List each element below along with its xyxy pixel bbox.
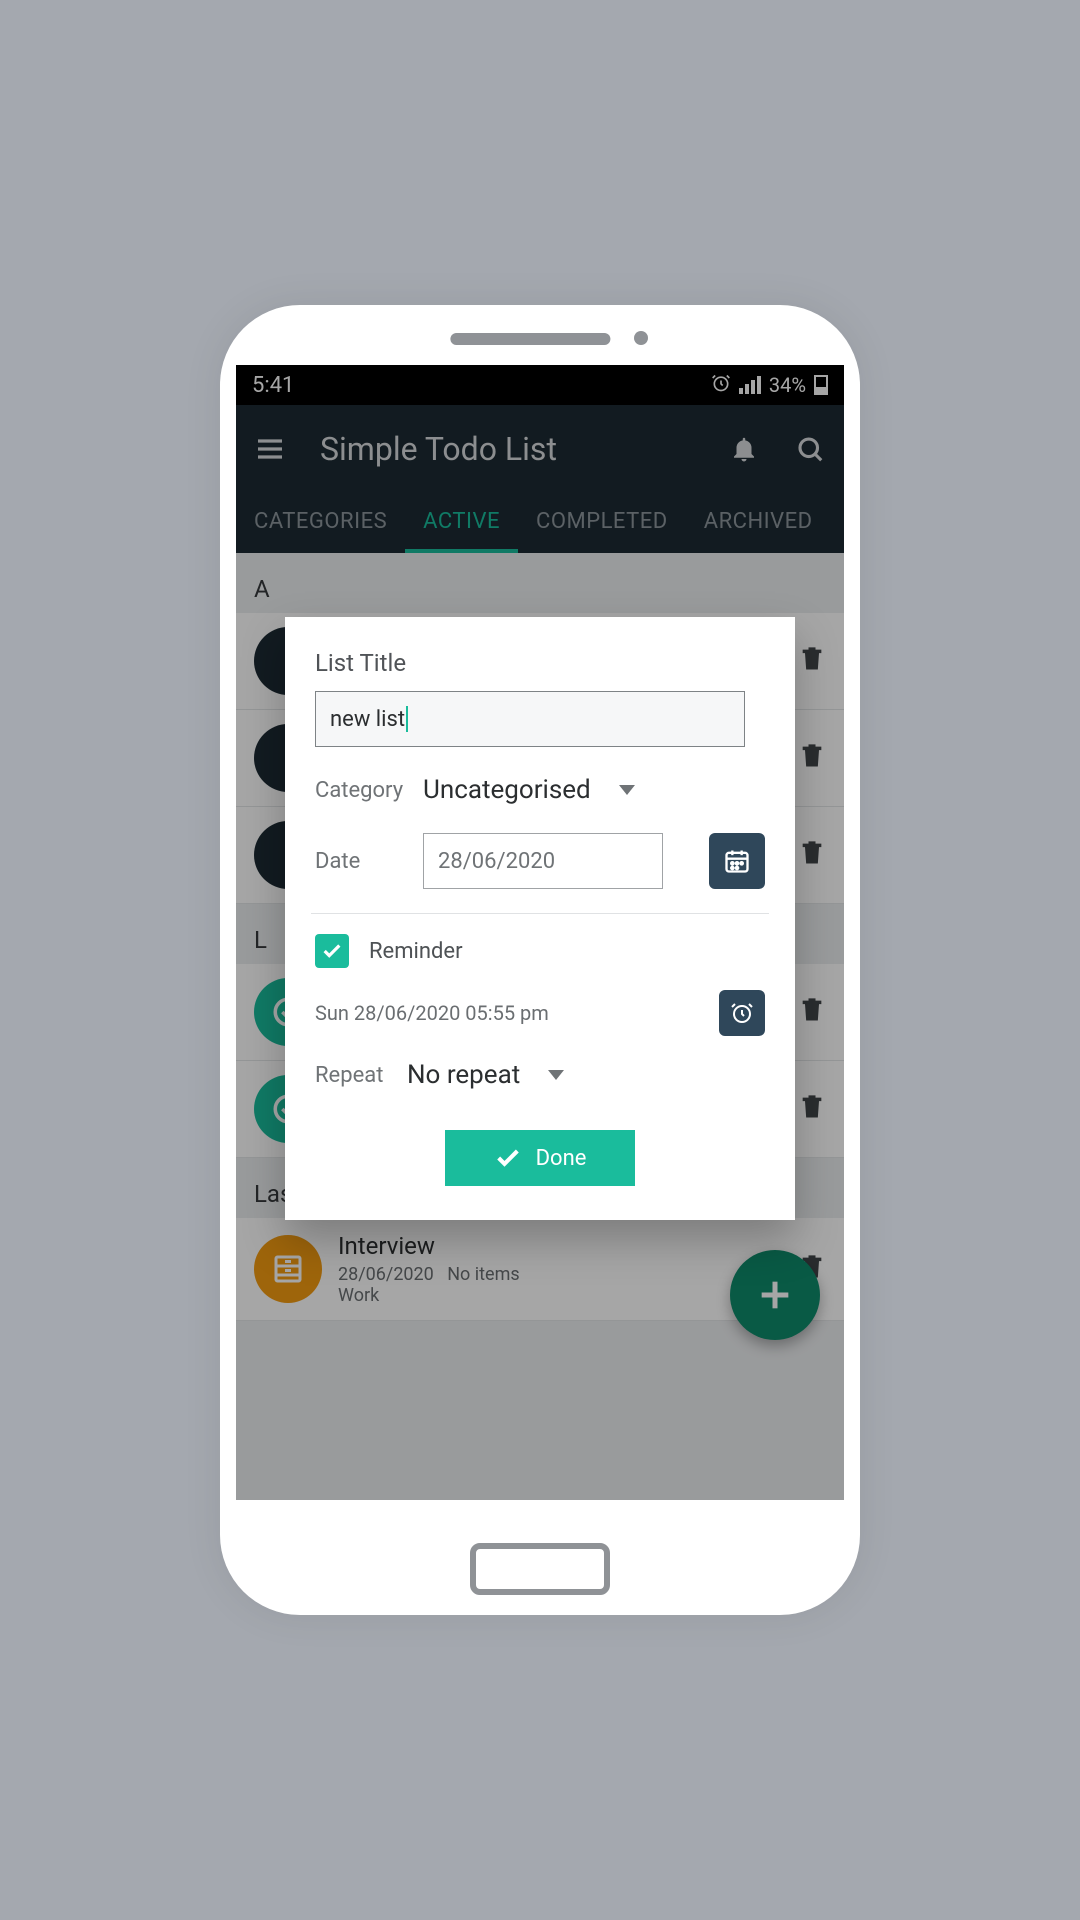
title-label: List Title: [315, 649, 765, 677]
list-title-input[interactable]: new list: [315, 691, 745, 747]
repeat-label: Repeat: [315, 1063, 391, 1088]
new-list-dialog: List Title new list Category Uncategoris…: [285, 617, 795, 1220]
home-button[interactable]: [470, 1543, 610, 1595]
date-label: Date: [315, 849, 407, 874]
category-value: Uncategorised: [423, 775, 591, 805]
repeat-select[interactable]: No repeat: [407, 1060, 564, 1090]
reminder-label: Reminder: [369, 939, 463, 964]
category-select[interactable]: Uncategorised: [423, 775, 635, 805]
chevron-down-icon: [619, 785, 635, 795]
reminder-datetime: Sun 28/06/2020 05:55 pm: [315, 1001, 549, 1025]
chevron-down-icon: [548, 1070, 564, 1080]
phone-camera: [634, 331, 648, 345]
date-input[interactable]: [423, 833, 663, 889]
reminder-checkbox[interactable]: [315, 934, 349, 968]
list-title-value: new list: [330, 707, 405, 732]
category-label: Category: [315, 778, 407, 803]
phone-frame: 5:41 34% Simple Todo List: [220, 305, 860, 1615]
done-button[interactable]: Done: [445, 1130, 635, 1186]
divider: [311, 913, 769, 914]
phone-speaker: [450, 333, 610, 345]
calendar-button[interactable]: [709, 833, 765, 889]
repeat-value: No repeat: [407, 1060, 520, 1090]
screen: 5:41 34% Simple Todo List: [236, 365, 844, 1500]
done-label: Done: [536, 1146, 587, 1171]
text-cursor: [406, 706, 408, 732]
alarm-button[interactable]: [719, 990, 765, 1036]
